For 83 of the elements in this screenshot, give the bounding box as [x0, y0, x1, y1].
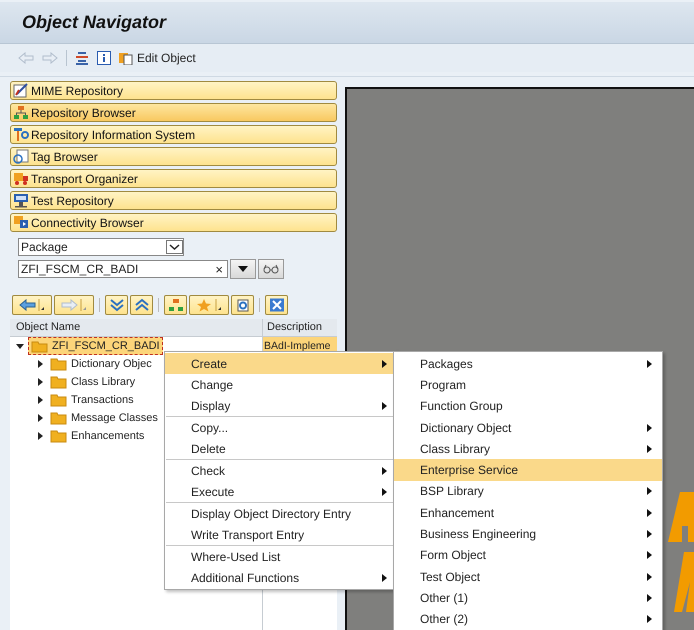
navigation-button[interactable]: Connectivity Browser [10, 213, 337, 232]
object-name-field[interactable]: ZFI_FSCM_CR_BADI × [18, 260, 228, 278]
menu-item[interactable]: Packages [394, 353, 662, 374]
back-arrow-icon [19, 298, 45, 312]
folder-icon [50, 412, 68, 424]
expand-triangle-icon[interactable] [36, 414, 44, 422]
tree-node[interactable]: Dictionary Objec [48, 356, 154, 372]
refresh-icon [234, 298, 250, 312]
clear-button[interactable]: × [215, 262, 223, 276]
tree-node[interactable]: Enhancements [48, 428, 146, 444]
expand-triangle-icon[interactable] [36, 396, 44, 404]
folder-icon [50, 394, 68, 406]
menu-item[interactable]: Display Object Directory Entry [165, 503, 397, 524]
document-icon [119, 51, 135, 65]
collapse-all-button[interactable] [130, 295, 153, 315]
navigation-button[interactable]: Transport Organizer [10, 169, 337, 188]
expand-triangle-icon[interactable] [36, 432, 44, 440]
menu-item[interactable]: Delete [165, 438, 397, 459]
expand-triangle-icon[interactable] [36, 378, 44, 386]
next-object-button[interactable] [54, 295, 94, 315]
star-icon [196, 298, 222, 312]
menu-item[interactable]: Other (2) [394, 608, 662, 630]
menu-item[interactable]: Display [165, 395, 397, 416]
glasses-button[interactable] [258, 259, 284, 279]
menu-item[interactable]: Dictionary Object [394, 416, 662, 438]
navigation-button[interactable]: Repository Information System [10, 125, 337, 144]
folder-icon [50, 358, 68, 370]
menu-item[interactable]: Additional Functions [165, 567, 397, 588]
object-type-dropdown[interactable]: Package [18, 238, 184, 256]
truck-icon [13, 171, 29, 186]
tools-icon [13, 127, 29, 142]
double-chevron-down-icon [108, 298, 124, 312]
tree-node[interactable]: Message Classes [48, 410, 160, 426]
previous-object-button[interactable] [12, 295, 52, 315]
info-icon[interactable] [97, 51, 111, 65]
menu-item[interactable]: Execute [165, 481, 397, 502]
folder-icon [50, 376, 68, 388]
folder-icon [50, 430, 68, 442]
menu-item[interactable]: Form Object [394, 544, 662, 566]
tree-node[interactable]: Transactions [48, 392, 136, 408]
monitor-icon [13, 193, 29, 208]
menu-item[interactable]: Change [165, 374, 397, 395]
dropdown-button[interactable] [230, 259, 256, 279]
chevron-down-icon [166, 240, 183, 254]
expand-triangle-icon[interactable] [16, 342, 24, 350]
folder-icon [31, 340, 49, 352]
menu-item[interactable]: Where-Used List [165, 546, 397, 567]
expand-all-button[interactable] [105, 295, 128, 315]
menu-item[interactable]: Other (1) [394, 587, 662, 609]
align-icon[interactable] [75, 51, 89, 65]
menu-item[interactable]: Program [394, 374, 662, 396]
close-button[interactable] [265, 295, 288, 315]
double-chevron-up-icon [134, 298, 150, 312]
pencil-icon [13, 83, 29, 98]
menu-item[interactable]: Test Object [394, 566, 662, 588]
edit-object-button[interactable]: Edit Object [119, 51, 196, 65]
close-icon [268, 298, 284, 312]
hierarchy-icon [168, 298, 184, 312]
menu-item[interactable]: BSP Library [394, 480, 662, 502]
column-header: Description [262, 319, 337, 336]
tree-node[interactable]: Class Library [48, 374, 138, 390]
menu-item[interactable]: Copy... [165, 417, 397, 438]
expand-triangle-icon[interactable] [36, 360, 44, 368]
hierarchy-icon [13, 105, 29, 120]
tree-node[interactable]: ZFI_FSCM_CR_BADI [28, 337, 163, 355]
navigation-button[interactable]: Tag Browser [10, 147, 337, 166]
navigation-button[interactable]: Repository Browser [10, 103, 337, 122]
navigation-button[interactable]: MIME Repository [10, 81, 337, 100]
navigation-button[interactable]: Test Repository [10, 191, 337, 210]
refresh-button[interactable] [231, 295, 254, 315]
menu-item[interactable]: Class Library [394, 438, 662, 460]
menu-item[interactable]: Write Transport Entry [165, 524, 397, 545]
window-title: Object Navigator [22, 12, 166, 33]
menu-item[interactable]: Enterprise Service [394, 459, 662, 481]
forward-arrow-icon [61, 298, 87, 312]
menu-item[interactable]: Business Engineering [394, 523, 662, 545]
menu-item[interactable]: Check [165, 460, 397, 481]
column-header: Object Name [15, 320, 82, 335]
glasses-icon [263, 264, 279, 274]
triangle-down-icon [237, 265, 249, 273]
menu-item[interactable]: Function Group [394, 396, 662, 417]
menu-item[interactable]: Enhancement [394, 502, 662, 524]
hierarchy-button[interactable] [164, 295, 187, 315]
